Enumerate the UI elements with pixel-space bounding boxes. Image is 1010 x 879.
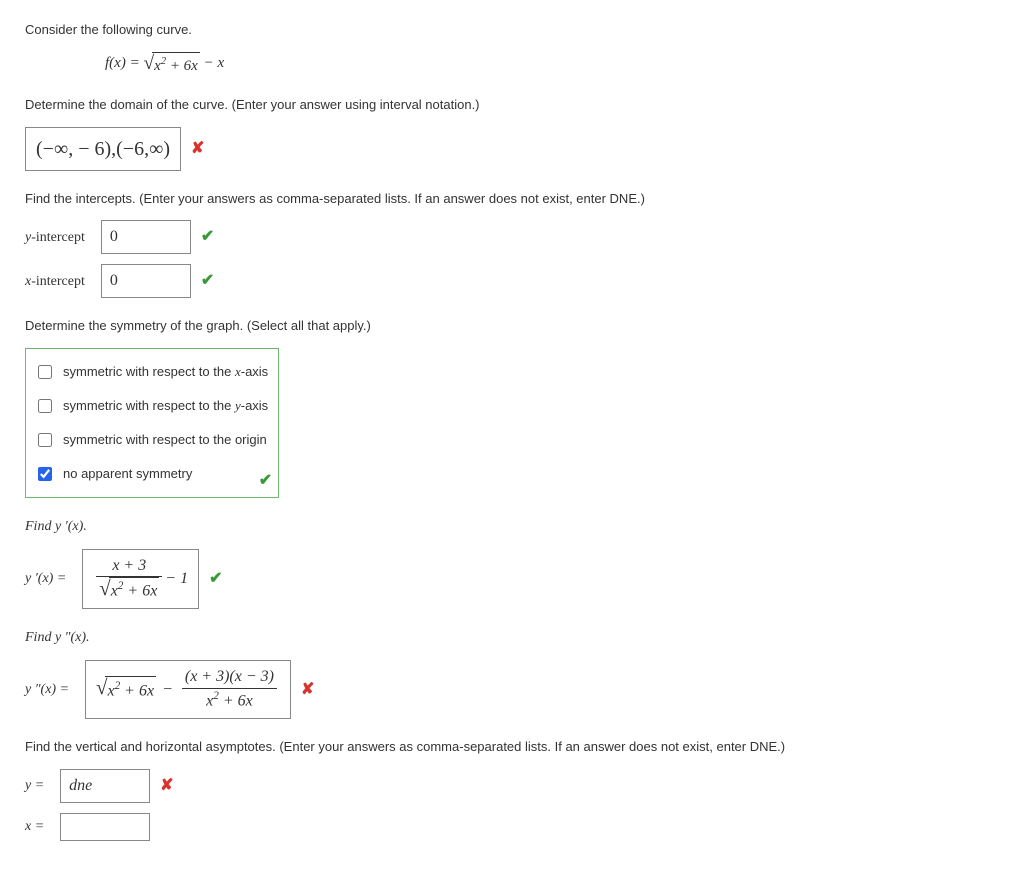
wrong-icon: ✘	[301, 678, 314, 702]
y-intercept-label: y-intercept	[25, 227, 85, 248]
yprime-prompt: Find y ′(x).	[25, 516, 985, 537]
sym-option-y-axis[interactable]: symmetric with respect to the y-axis	[34, 389, 268, 423]
correct-icon: ✔	[209, 567, 222, 591]
y2prime-label: y ″(x) =	[25, 679, 69, 700]
asymptote-y-label: y =	[25, 775, 44, 796]
y2prime-prompt: Find y ″(x).	[25, 627, 985, 648]
yprime-label: y ′(x) =	[25, 568, 66, 589]
y-intercept-input[interactable]: 0	[101, 220, 191, 254]
asymptote-x-label: x =	[25, 816, 44, 837]
asymptotes-prompt: Find the vertical and horizontal asympto…	[25, 737, 985, 757]
intercepts-prompt: Find the intercepts. (Enter your answers…	[25, 189, 985, 209]
correct-icon: ✔	[259, 469, 272, 493]
sym-option-none[interactable]: no apparent symmetry	[34, 457, 268, 491]
domain-answer-box[interactable]: (−∞, − 6),(−6,∞)	[25, 127, 181, 171]
correct-icon: ✔	[201, 225, 214, 249]
wrong-icon: ✘	[191, 137, 204, 161]
checkbox-x-axis[interactable]	[38, 365, 52, 379]
x-intercept-input[interactable]: 0	[101, 264, 191, 298]
checkbox-origin[interactable]	[38, 433, 52, 447]
yprime-answer-box[interactable]: x + 3 √x2 + 6x − 1	[82, 549, 199, 610]
fx-lhs: f(x) =	[105, 55, 143, 71]
domain-prompt: Determine the domain of the curve. (Ente…	[25, 95, 985, 115]
wrong-icon: ✘	[160, 774, 173, 798]
symmetry-options: symmetric with respect to the x-axis sym…	[25, 348, 279, 498]
asymptote-y-input[interactable]: dne	[60, 769, 150, 803]
intro-prompt: Consider the following curve.	[25, 20, 985, 40]
x-intercept-label: x-intercept	[25, 271, 85, 292]
sqrt-expression: √ x2 + 6x	[143, 52, 199, 78]
y2prime-answer-box[interactable]: √x2 + 6x − (x + 3)(x − 3) x2 + 6x	[85, 660, 291, 719]
checkbox-none[interactable]	[38, 467, 52, 481]
sym-option-x-axis[interactable]: symmetric with respect to the x-axis	[34, 355, 268, 389]
correct-icon: ✔	[201, 269, 214, 293]
function-formula: f(x) = √ x2 + 6x − x	[105, 52, 985, 78]
sym-option-origin[interactable]: symmetric with respect to the origin	[34, 423, 268, 457]
checkbox-y-axis[interactable]	[38, 399, 52, 413]
symmetry-prompt: Determine the symmetry of the graph. (Se…	[25, 316, 985, 336]
formula-tail: − x	[204, 55, 225, 71]
asymptote-x-input[interactable]	[60, 813, 150, 841]
